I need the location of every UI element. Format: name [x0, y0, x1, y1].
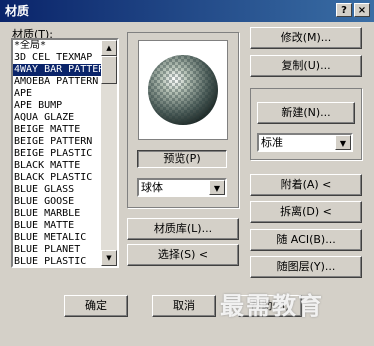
- list-item[interactable]: BLACK MATTE: [13, 160, 101, 172]
- preview-image: [138, 40, 228, 140]
- help-icon[interactable]: ?: [336, 3, 352, 17]
- window-title: 材质: [5, 4, 30, 18]
- attach-button[interactable]: 附着(A) <: [250, 174, 362, 196]
- chevron-down-icon[interactable]: ▼: [335, 135, 351, 150]
- list-item[interactable]: BLUE METALIC: [13, 232, 101, 244]
- materials-list: *全局* 3D CEL TEXMAP 4WAY BAR PATTER AMOEBA P…: [13, 40, 101, 266]
- list-item[interactable]: BLUE GLASS: [13, 184, 101, 196]
- list-item[interactable]: 3D CEL TEXMAP: [13, 52, 101, 64]
- material-type-value: 标准: [261, 136, 283, 149]
- preview-shape-select[interactable]: 球体 ▼: [137, 178, 227, 197]
- by-aci-button[interactable]: 随 ACI(B)...: [250, 229, 362, 251]
- list-item[interactable]: 4WAY BAR PATTER: [13, 64, 101, 76]
- list-item[interactable]: AQUA GLAZE: [13, 112, 101, 124]
- duplicate-button[interactable]: 复制(U)...: [250, 55, 362, 77]
- list-item[interactable]: AMOEBA PATTERN: [13, 76, 101, 88]
- cancel-button[interactable]: 取消: [152, 295, 216, 317]
- scroll-thumb[interactable]: [101, 56, 117, 84]
- ok-button[interactable]: 确定: [64, 295, 128, 317]
- list-item[interactable]: APE BUMP: [13, 100, 101, 112]
- title-bar: 材质 ? ×: [0, 0, 374, 22]
- list-item[interactable]: BLACK PLASTIC: [13, 172, 101, 184]
- list-item[interactable]: BEIGE PLASTIC: [13, 148, 101, 160]
- new-button[interactable]: 新建(N)...: [257, 102, 355, 124]
- material-library-button[interactable]: 材质库(L)...: [127, 218, 239, 240]
- chevron-down-icon[interactable]: ▼: [209, 180, 225, 195]
- preview-button[interactable]: 预览(P): [137, 150, 227, 168]
- scroll-up-icon[interactable]: ▲: [101, 40, 117, 56]
- detach-button[interactable]: 拆离(D) <: [250, 201, 362, 223]
- list-item[interactable]: *全局*: [13, 40, 101, 52]
- material-type-select[interactable]: 标准 ▼: [257, 133, 353, 152]
- list-item[interactable]: APE: [13, 88, 101, 100]
- modify-button[interactable]: 修改(M)...: [250, 27, 362, 49]
- list-item[interactable]: BEIGE PATTERN: [13, 136, 101, 148]
- materials-listbox[interactable]: *全局* 3D CEL TEXMAP 4WAY BAR PATTER AMOEBA P…: [11, 38, 119, 268]
- list-scrollbar[interactable]: ▲ ▼: [101, 40, 117, 266]
- close-icon[interactable]: ×: [354, 3, 370, 17]
- list-item[interactable]: BLUE GOOSE: [13, 196, 101, 208]
- material-sphere-icon: [148, 55, 218, 125]
- watermark: 最需教育: [220, 292, 324, 320]
- select-button[interactable]: 选择(S) <: [127, 244, 239, 266]
- by-layer-button[interactable]: 随图层(Y)...: [250, 256, 362, 278]
- scroll-down-icon[interactable]: ▼: [101, 250, 117, 266]
- list-item[interactable]: BEIGE MATTE: [13, 124, 101, 136]
- list-item[interactable]: BLUE MARBLE: [13, 208, 101, 220]
- list-item[interactable]: BLUE MATTE: [13, 220, 101, 232]
- list-item[interactable]: BLUE PLASTIC: [13, 256, 101, 266]
- list-item[interactable]: BLUE PLANET: [13, 244, 101, 256]
- preview-shape-value: 球体: [141, 181, 163, 194]
